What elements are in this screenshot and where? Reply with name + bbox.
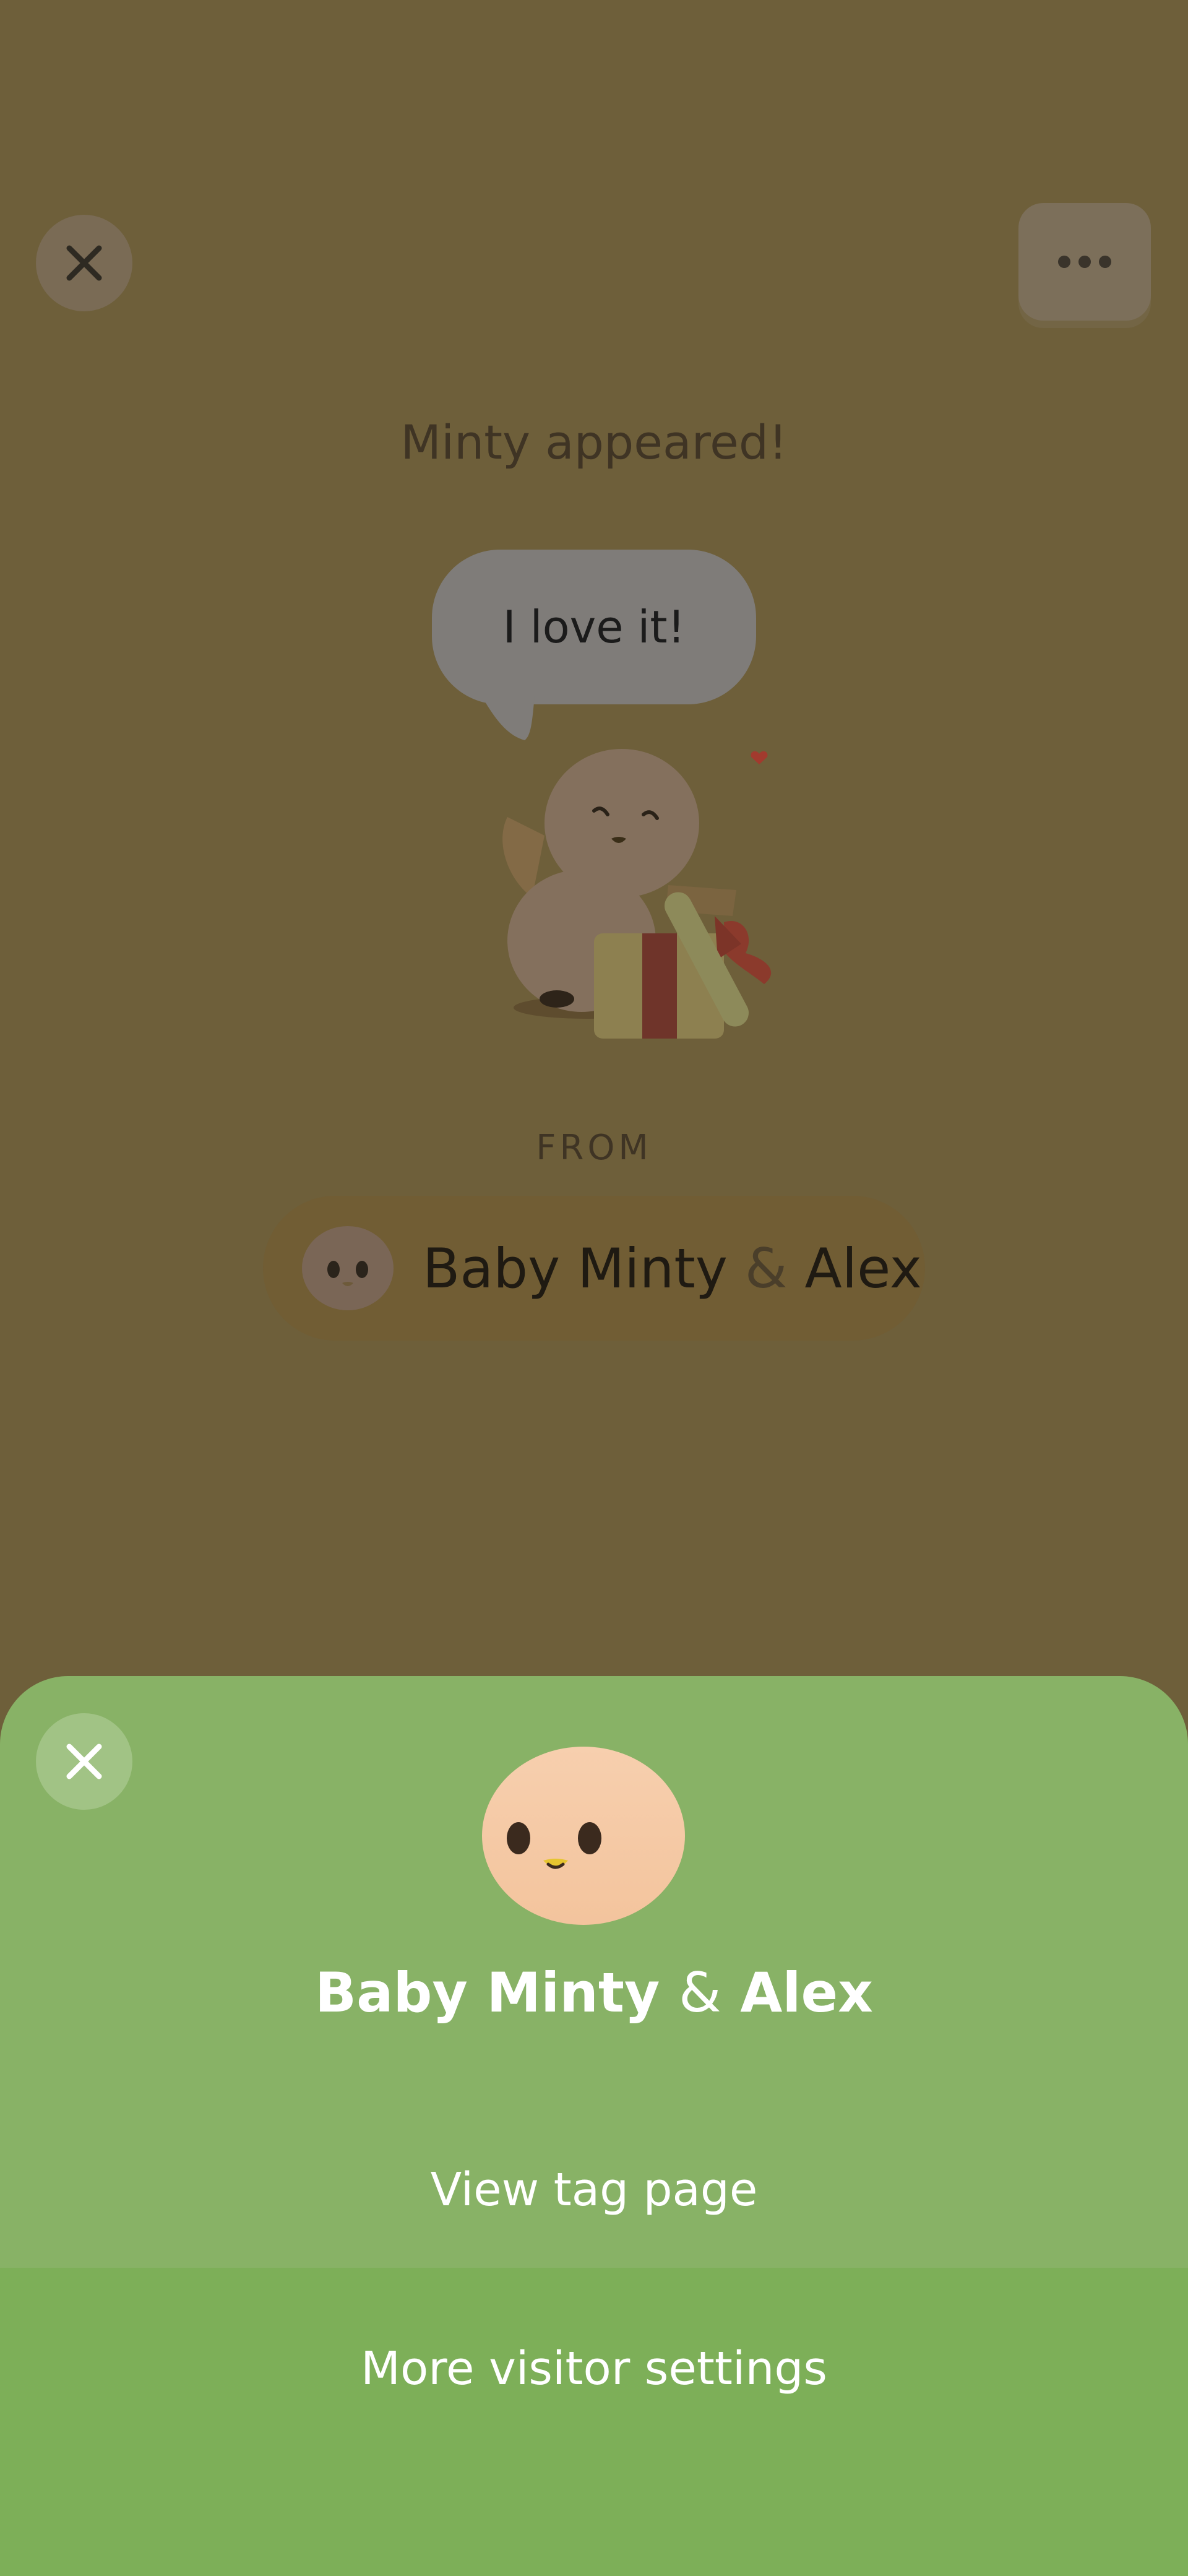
close-icon: [66, 245, 102, 281]
sender-name-second: Alex: [804, 1236, 922, 1300]
more-visitor-settings-label: More visitor settings: [361, 2342, 827, 2395]
bird-with-gift-illustration: [502, 749, 772, 1039]
sheet-name-second: Alex: [740, 1961, 873, 2025]
sender-name: Baby Minty & Alex: [423, 1237, 922, 1300]
chick-face-avatar: [302, 1226, 394, 1310]
page-title: Minty appeared!: [400, 415, 788, 470]
sheet-close-button[interactable]: [36, 1713, 132, 1810]
bottom-sheet: Baby Minty & Alex View tag page More vis…: [0, 1676, 1188, 2576]
more-visitor-settings-button[interactable]: More visitor settings: [0, 2268, 1188, 2576]
sheet-title: Baby Minty & Alex: [0, 1961, 1188, 2025]
visitor-screen: Minty appeared! I love it! FROM Baby Min…: [0, 0, 1188, 2576]
close-button[interactable]: [36, 215, 132, 311]
sender-pill[interactable]: Baby Minty & Alex: [263, 1196, 925, 1341]
more-options-button[interactable]: [1018, 203, 1151, 321]
sender-name-first: Baby Minty: [423, 1236, 728, 1300]
close-icon: [66, 1744, 102, 1779]
from-label: FROM: [536, 1128, 652, 1168]
view-tag-page-button[interactable]: View tag page: [0, 2091, 1188, 2289]
speech-bubble: I love it!: [432, 550, 756, 741]
view-tag-page-label: View tag page: [430, 2163, 758, 2216]
heart-icon: [751, 751, 768, 764]
chick-face-avatar: [482, 1747, 685, 1925]
speech-bubble-text: I love it!: [502, 601, 686, 653]
sender-name-ampersand: &: [744, 1236, 788, 1300]
sheet-name-ampersand: &: [678, 1961, 721, 2025]
more-horizontal-icon: [1058, 256, 1111, 268]
sheet-name-first: Baby Minty: [315, 1961, 660, 2025]
